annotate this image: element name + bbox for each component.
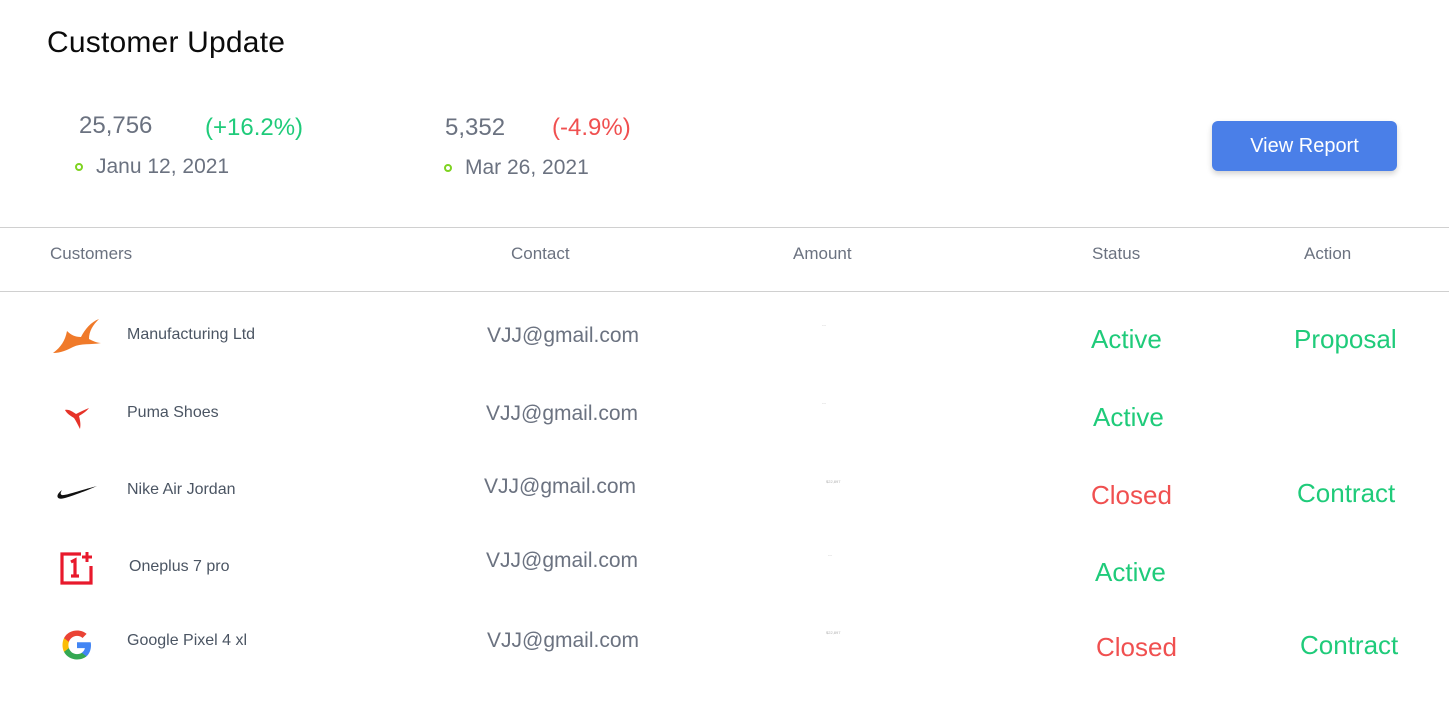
table-row[interactable]: Puma Shoes VJJ@gmail.com --- Active — [0, 378, 1449, 454]
table-row[interactable]: Oneplus 7 pro VJJ@gmail.com --- Active — [0, 530, 1449, 606]
action-link[interactable]: Contract — [1297, 478, 1395, 509]
table-row[interactable]: Nike Air Jordan VJJ@gmail.com $22,897 Cl… — [0, 455, 1449, 531]
nike-logo-icon — [50, 466, 104, 520]
stat-date-row: Mar 26, 2021 — [444, 156, 589, 180]
column-header-status[interactable]: Status — [1092, 244, 1140, 264]
divider — [0, 227, 1449, 228]
puma-logo-icon — [50, 390, 104, 444]
dot-icon — [444, 164, 452, 172]
table-row[interactable]: Google Pixel 4 xl VJJ@gmail.com $22,897 … — [0, 606, 1449, 682]
table-row[interactable]: Manufacturing Ltd VJJ@gmail.com --- Acti… — [0, 300, 1449, 376]
fanatic-logo-icon — [50, 310, 104, 364]
oneplus-logo-icon — [50, 541, 104, 595]
status-badge: Active — [1093, 402, 1164, 432]
status-badge: Active — [1091, 324, 1162, 354]
column-header-contact[interactable]: Contact — [511, 244, 570, 264]
contact-email[interactable]: VJJ@gmail.com — [486, 402, 638, 426]
stat-value: 5,352 — [445, 114, 506, 141]
stat-date-row: Janu 12, 2021 — [75, 155, 229, 179]
contact-email[interactable]: VJJ@gmail.com — [484, 475, 636, 499]
stat-date: Mar 26, 2021 — [465, 156, 589, 179]
amount-value: $22,897 — [826, 630, 841, 635]
column-header-action[interactable]: Action — [1304, 244, 1351, 264]
amount-value: --- — [828, 552, 832, 557]
action-link[interactable]: Contract — [1300, 630, 1398, 661]
status-badge: Active — [1095, 557, 1166, 587]
amount-value: --- — [822, 400, 826, 405]
customer-name: Puma Shoes — [127, 404, 219, 421]
contact-email[interactable]: VJJ@gmail.com — [487, 324, 639, 348]
status-badge: Closed — [1096, 632, 1177, 662]
view-report-button[interactable]: View Report — [1212, 121, 1397, 171]
customer-name: Nike Air Jordan — [127, 481, 236, 498]
customer-name: Manufacturing Ltd — [127, 326, 256, 343]
page-title: Customer Update — [47, 26, 286, 59]
column-header-customers[interactable]: Customers — [50, 244, 132, 264]
stat-change: (+16.2%) — [205, 114, 304, 141]
dot-icon — [75, 163, 83, 171]
contact-email[interactable]: VJJ@gmail.com — [486, 549, 638, 573]
action-link[interactable]: Proposal — [1294, 324, 1397, 355]
stat-change: (-4.9%) — [552, 114, 631, 141]
stat-value: 25,756 — [79, 112, 153, 139]
contact-email[interactable]: VJJ@gmail.com — [487, 629, 639, 653]
customer-name: Google Pixel 4 xl — [127, 632, 248, 649]
customer-name: Oneplus 7 pro — [129, 558, 230, 575]
amount-value: --- — [822, 322, 826, 327]
column-header-amount[interactable]: Amount — [793, 244, 852, 264]
stat-date: Janu 12, 2021 — [96, 155, 230, 178]
amount-value: $22,897 — [826, 479, 841, 484]
status-badge: Closed — [1091, 480, 1172, 510]
divider — [0, 291, 1449, 292]
google-logo-icon — [50, 618, 104, 672]
